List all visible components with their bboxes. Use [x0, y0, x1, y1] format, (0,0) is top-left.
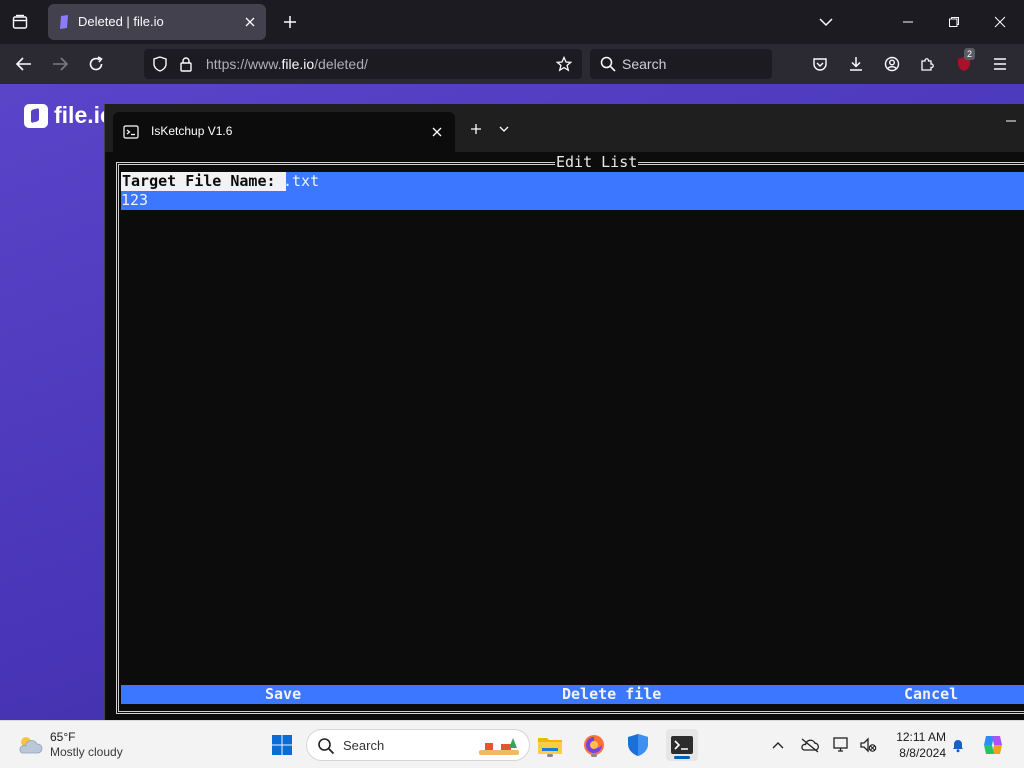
close-window-icon[interactable]	[986, 8, 1014, 36]
terminal-tab-bar: IsKetchup V1.6	[105, 104, 1024, 152]
hamburger-menu-icon[interactable]	[986, 50, 1014, 78]
terminal-active-indicator	[674, 756, 690, 759]
close-terminal-tab-icon[interactable]	[427, 122, 447, 142]
system-clock[interactable]: 12:11 AM 8/8/2024	[884, 729, 946, 761]
reload-icon[interactable]	[82, 50, 110, 78]
edit-list-title: Edit List	[555, 153, 639, 171]
show-hidden-icons-chevron-icon[interactable]	[766, 733, 790, 757]
browser-nav-bar: https://www.file.io/deleted/ Search 2	[0, 44, 1024, 84]
edit-list-frame	[116, 162, 1024, 714]
forward-arrow-icon[interactable]	[46, 50, 74, 78]
target-file-row[interactable]: Target File Name: .txt	[121, 172, 1024, 191]
file-explorer-running-indicator	[547, 754, 553, 757]
windows-security-shield-icon[interactable]	[622, 729, 654, 761]
terminal-window: IsKetchup V1.6 Edit List Target File Nam…	[104, 104, 1024, 720]
bookmark-star-icon[interactable]	[556, 56, 572, 72]
url-text: https://www.file.io/deleted/	[206, 56, 368, 72]
windows-taskbar: 65°F Mostly cloudy Search 12:11 AM 8/8/2…	[0, 720, 1024, 768]
pocket-icon[interactable]	[806, 50, 834, 78]
volume-muted-icon[interactable]	[856, 733, 880, 757]
copilot-icon[interactable]	[980, 733, 1008, 757]
list-value-text: 123	[121, 191, 149, 209]
firefox-running-indicator	[591, 754, 597, 757]
terminal-tab-title: IsKetchup V1.6	[151, 124, 233, 138]
search-icon	[600, 56, 616, 72]
new-terminal-tab-icon[interactable]	[465, 118, 487, 140]
list-all-tabs-icon[interactable]	[814, 10, 838, 34]
terminal-dropdown-chevron-icon[interactable]	[493, 118, 515, 140]
list-value-row[interactable]: 123	[121, 191, 1024, 210]
clock-date: 8/8/2024	[899, 746, 946, 760]
terminal-minimize-icon[interactable]	[1005, 114, 1024, 134]
notification-bell-icon[interactable]	[946, 733, 970, 757]
cancel-button[interactable]: Cancel	[904, 685, 958, 704]
firefox-view-icon[interactable]	[8, 10, 32, 34]
file-explorer-icon[interactable]	[534, 729, 566, 761]
browser-tab-active[interactable]: Deleted | file.io	[48, 4, 266, 40]
target-file-name-input[interactable]: .txt	[283, 172, 319, 191]
restore-window-icon[interactable]	[940, 8, 968, 36]
firefox-taskbar-icon[interactable]	[578, 729, 610, 761]
browser-search-box[interactable]: Search	[590, 49, 772, 79]
search-highlight-art-icon	[479, 738, 519, 755]
browser-tab-title: Deleted | file.io	[78, 14, 164, 29]
onedrive-offline-icon[interactable]	[798, 733, 822, 757]
screen: Deleted | file.io https://www.file.io/de…	[0, 0, 1024, 768]
extension-badge: 2	[964, 48, 976, 60]
terminal-taskbar-icon[interactable]	[666, 729, 698, 761]
url-bar[interactable]: https://www.file.io/deleted/	[144, 49, 582, 79]
ublock-extension-icon[interactable]: 2	[950, 48, 978, 78]
save-button[interactable]: Save	[265, 685, 301, 704]
clock-time: 12:11 AM	[896, 730, 946, 744]
new-tab-icon[interactable]	[278, 10, 302, 34]
close-tab-icon[interactable]	[240, 12, 260, 32]
fileio-favicon-icon	[60, 15, 68, 29]
back-arrow-icon[interactable]	[10, 50, 38, 78]
browser-tab-bar: Deleted | file.io	[0, 0, 1024, 44]
minimize-window-icon[interactable]	[894, 8, 922, 36]
account-icon[interactable]	[878, 50, 906, 78]
weather-condition: Mostly cloudy	[50, 745, 123, 759]
taskbar-search-placeholder: Search	[343, 738, 385, 753]
weather-widget[interactable]: 65°F Mostly cloudy	[16, 729, 136, 763]
browser-search-placeholder: Search	[622, 56, 667, 72]
cloudy-weather-icon	[19, 737, 43, 754]
tui-area: Edit List Target File Name: .txt 123 Sav…	[115, 152, 1024, 716]
target-file-label: Target File Name:	[121, 172, 286, 191]
windows-start-icon[interactable]	[266, 729, 298, 761]
terminal-app-icon	[123, 125, 139, 139]
taskbar-search-box[interactable]: Search	[306, 729, 530, 761]
delete-file-button[interactable]: Delete file	[562, 685, 661, 704]
lock-icon[interactable]	[178, 56, 194, 72]
terminal-tab-active[interactable]: IsKetchup V1.6	[113, 112, 455, 152]
tracking-protection-shield-icon[interactable]	[152, 56, 168, 72]
network-display-icon[interactable]	[830, 733, 854, 757]
taskbar-search-icon	[318, 738, 335, 755]
extensions-puzzle-icon[interactable]	[914, 50, 942, 78]
fileio-logo[interactable]: file.io	[24, 102, 114, 129]
downloads-icon[interactable]	[842, 50, 870, 78]
weather-temperature: 65°F	[50, 730, 76, 744]
fileio-logo-icon	[24, 103, 48, 128]
tui-action-bar: Save Delete file Cancel	[121, 685, 1024, 704]
